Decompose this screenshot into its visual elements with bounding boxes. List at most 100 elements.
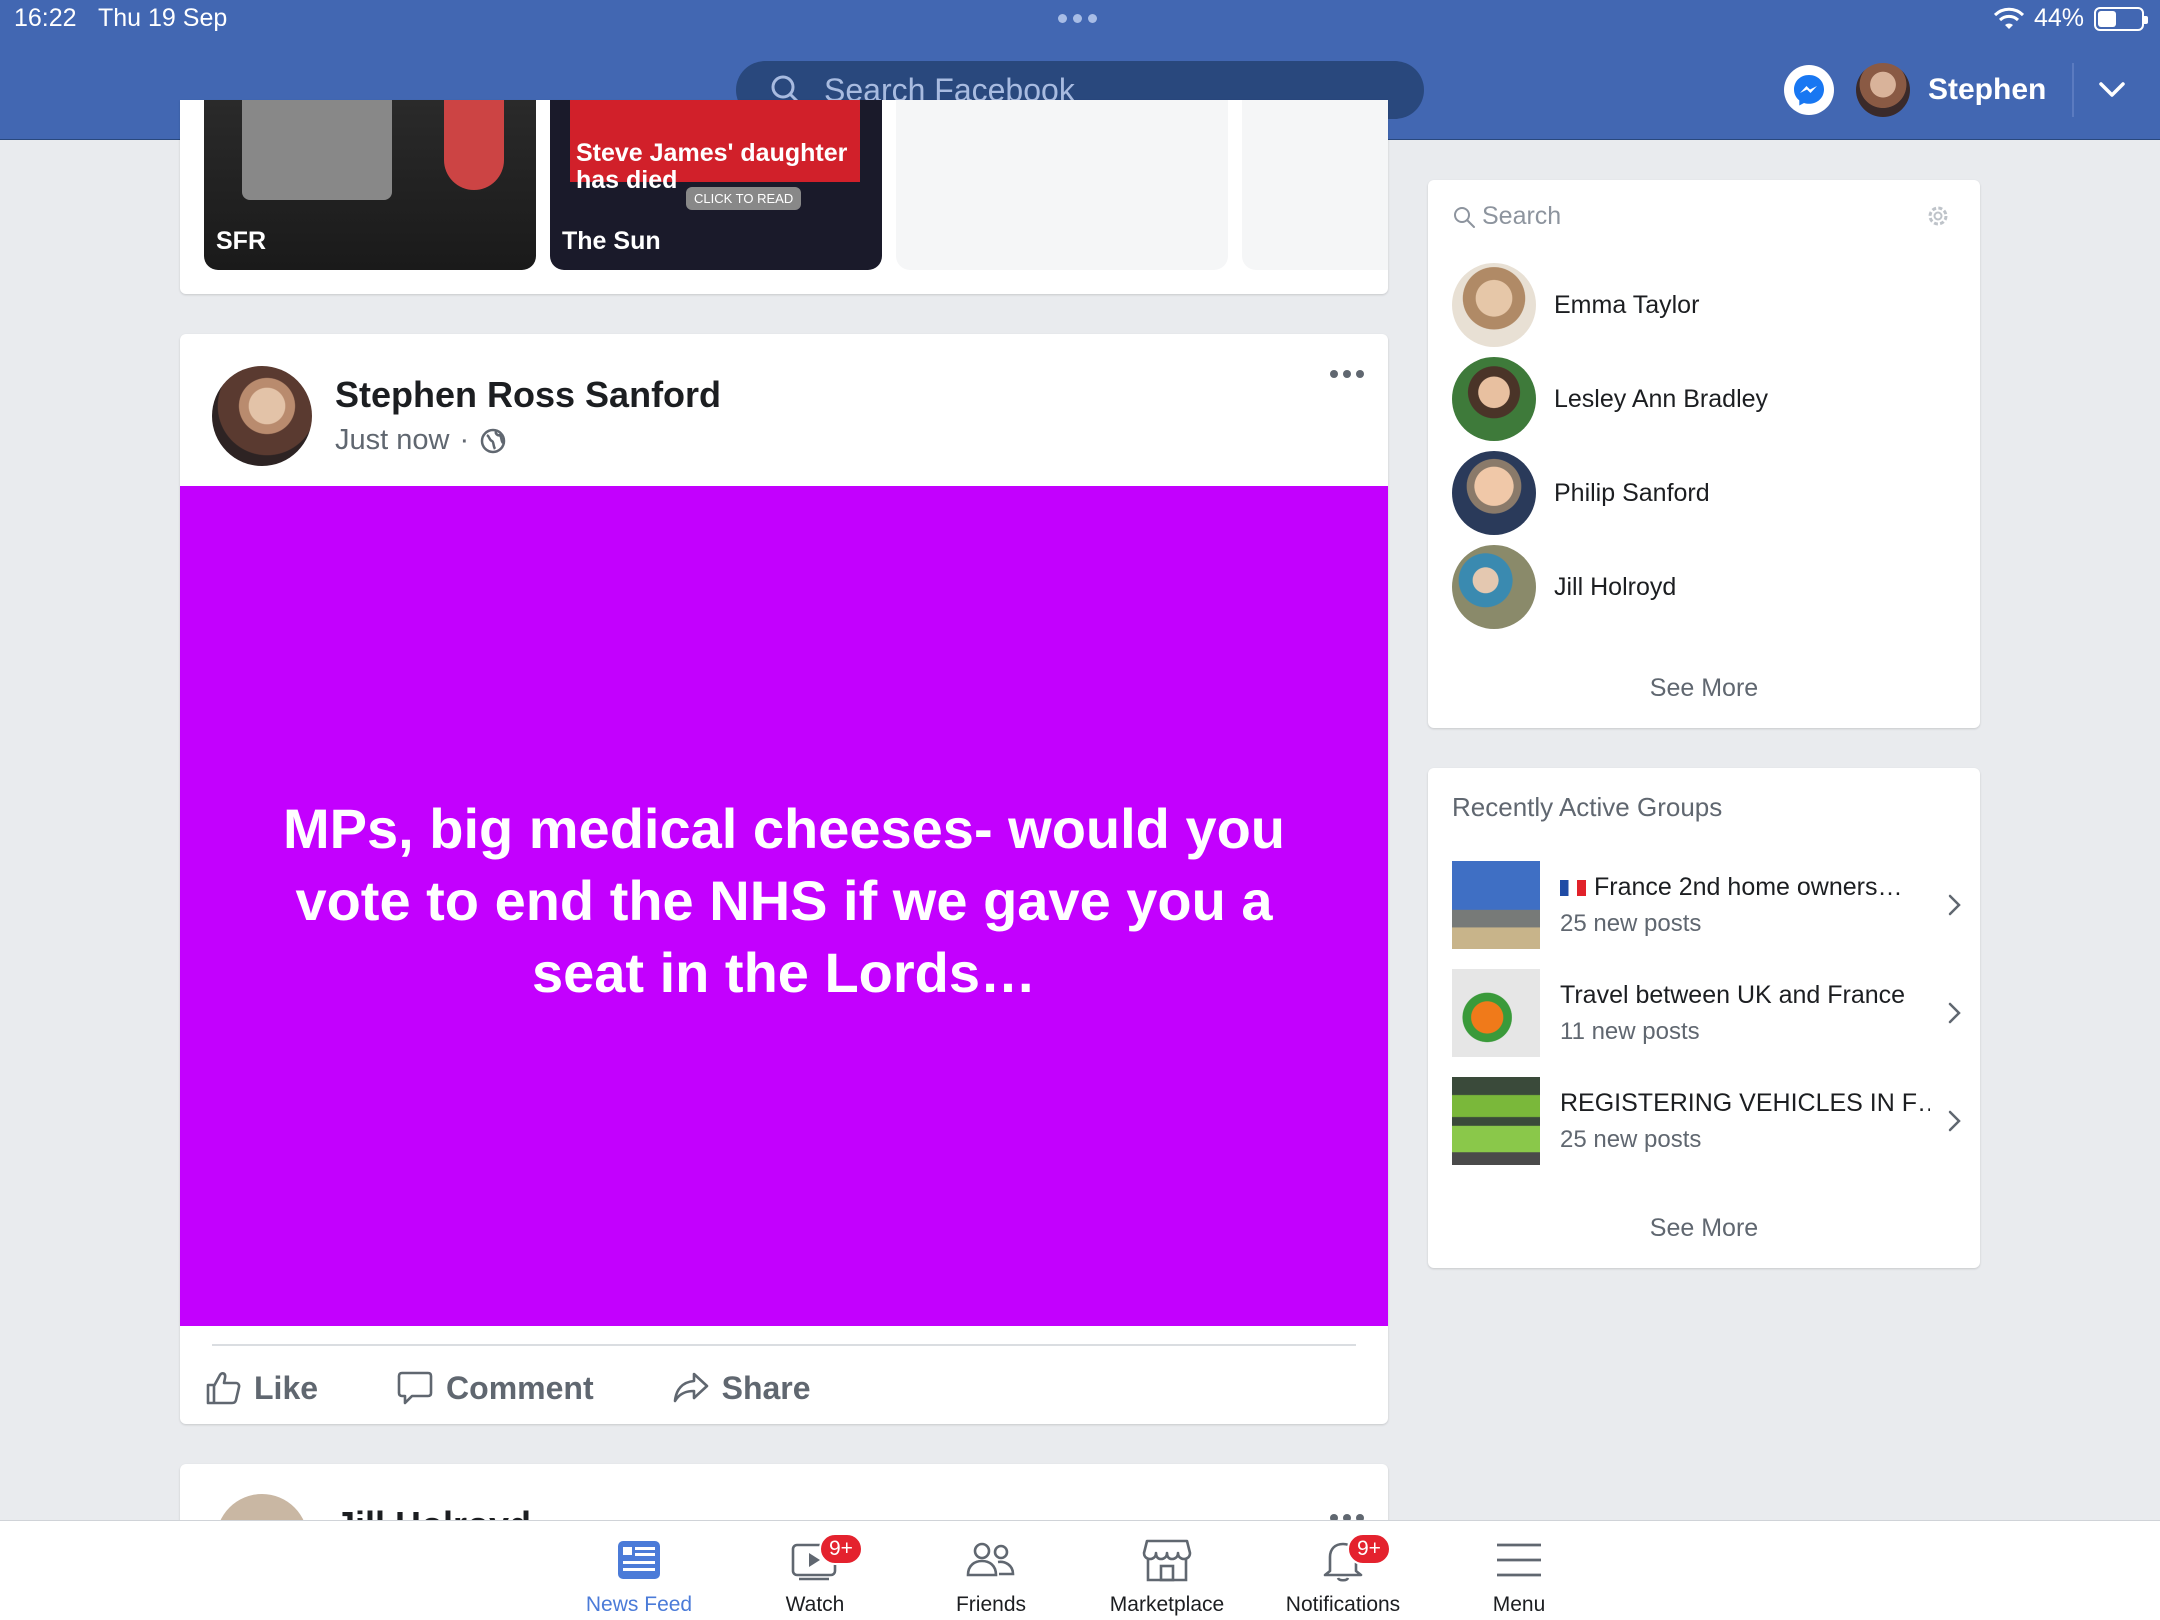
story-card-empty[interactable]	[1242, 100, 1388, 270]
group-post-count: 25 new posts	[1560, 909, 1702, 937]
contact-avatar	[1452, 451, 1536, 535]
group-text: Travel between UK and France 11 new post…	[1560, 981, 1930, 1046]
tab-marketplace[interactable]: Marketplace	[1082, 1521, 1252, 1620]
profile-area: Stephen	[1784, 60, 2126, 120]
group-item[interactable]: France 2nd home owners… 25 new posts	[1452, 860, 1962, 950]
group-name: REGISTERING VEHICLES IN F…	[1560, 1088, 1930, 1117]
chevron-down-icon[interactable]	[2098, 81, 2126, 99]
story-thumbnail-detail	[444, 100, 504, 190]
contact-name: Lesley Ann Bradley	[1554, 384, 1769, 413]
contact-item[interactable]: Lesley Ann Bradley	[1452, 356, 1768, 442]
share-icon	[673, 1372, 708, 1403]
group-item[interactable]: REGISTERING VEHICLES IN F… 25 new posts	[1452, 1076, 1962, 1166]
thumbs-up-icon	[206, 1372, 241, 1405]
groups-see-more-link[interactable]: See More	[1428, 1214, 1980, 1243]
contacts-search-placeholder: Search	[1482, 202, 1562, 230]
comment-button[interactable]: Comment	[396, 1369, 594, 1407]
meta-separator: ·	[459, 424, 470, 456]
comment-icon	[397, 1371, 433, 1405]
contact-avatar	[1452, 357, 1536, 441]
messenger-icon[interactable]	[1784, 65, 1834, 115]
post-divider	[212, 1344, 1356, 1346]
contact-name: Jill Holroyd	[1554, 572, 1677, 601]
profile-name[interactable]: Stephen	[1928, 73, 2046, 107]
group-name: France 2nd home owners…	[1560, 873, 1930, 902]
author-avatar[interactable]	[212, 366, 312, 466]
story-label: SFR	[216, 227, 266, 255]
contact-item[interactable]: Emma Taylor	[1452, 262, 1699, 348]
bottom-tab-bar: News Feed 9+ Watch Friends Marketplace 9…	[0, 1520, 2160, 1620]
share-label: Share	[721, 1369, 811, 1406]
group-item[interactable]: Travel between UK and France 11 new post…	[1452, 968, 1962, 1058]
notification-badge: 9+	[819, 1533, 863, 1565]
story-card-empty[interactable]	[896, 100, 1228, 270]
like-button[interactable]: Like	[204, 1369, 318, 1407]
chevron-right-icon	[1948, 894, 1961, 916]
post-options-icon[interactable]	[1330, 370, 1364, 378]
chevron-right-icon	[1948, 1110, 1961, 1132]
wifi-icon	[1993, 7, 2024, 29]
contact-name: Emma Taylor	[1554, 290, 1700, 319]
group-name: Travel between UK and France	[1560, 980, 1906, 1009]
bell-icon: 9+	[1317, 1533, 1391, 1589]
tab-label: Friends	[955, 1593, 1027, 1616]
notification-badge: 9+	[1347, 1533, 1391, 1565]
gear-icon[interactable]	[1924, 202, 1952, 230]
story-card[interactable]: Steve James' daughter has died CLICK TO …	[550, 100, 882, 270]
post-meta: Just now ·	[335, 424, 507, 457]
story-headline: Steve James' daughter has died	[576, 139, 848, 194]
post-background[interactable]: MPs, big medical cheeses- would you vote…	[180, 486, 1388, 1326]
tab-label: News Feed	[585, 1593, 693, 1616]
group-thumbnail	[1452, 969, 1540, 1057]
group-thumbnail	[1452, 861, 1540, 949]
feed-post: Stephen Ross Sanford Just now · MPs, big…	[180, 334, 1388, 1424]
contacts-panel: Search Emma Taylor Lesley Ann Bradley Ph…	[1428, 180, 1980, 728]
status-right: 44%	[1993, 4, 2148, 33]
group-post-count: 25 new posts	[1560, 1125, 1702, 1153]
contact-avatar	[1452, 545, 1536, 629]
chevron-right-icon	[1948, 1002, 1961, 1024]
tab-label: Watch	[785, 1593, 845, 1616]
watch-icon: 9+	[789, 1533, 863, 1589]
post-author[interactable]: Stephen Ross Sanford	[335, 374, 721, 416]
post-timestamp[interactable]: Just now	[335, 424, 449, 457]
profile-avatar[interactable]	[1856, 63, 1910, 117]
tab-label: Marketplace	[1109, 1593, 1225, 1616]
status-time: 16:22	[14, 4, 77, 32]
group-post-count: 11 new posts	[1560, 1017, 1700, 1045]
tab-watch[interactable]: 9+ Watch	[730, 1521, 900, 1620]
stories-tray: SFR Steve James' daughter has died CLICK…	[180, 100, 1388, 294]
post-actions: Like Comment Share	[204, 1358, 889, 1418]
contact-item[interactable]: Philip Sanford	[1452, 450, 1710, 536]
group-thumbnail	[1452, 1077, 1540, 1165]
tab-friends[interactable]: Friends	[906, 1521, 1076, 1620]
tab-notifications[interactable]: 9+ Notifications	[1258, 1521, 1428, 1620]
story-label: The Sun	[562, 227, 661, 255]
tab-news-feed[interactable]: News Feed	[554, 1521, 724, 1620]
search-icon	[1454, 206, 1475, 228]
header-divider	[2072, 63, 2075, 117]
story-card[interactable]: SFR	[204, 100, 536, 270]
contacts-see-more-link[interactable]: See More	[1428, 674, 1980, 703]
hamburger-menu-icon	[1493, 1537, 1545, 1589]
france-flag-icon	[1560, 879, 1586, 896]
like-label: Like	[254, 1369, 319, 1406]
news-feed-icon	[616, 1537, 662, 1589]
contact-item[interactable]: Jill Holroyd	[1452, 544, 1676, 630]
tab-menu[interactable]: Menu	[1434, 1521, 1604, 1620]
comment-label: Comment	[446, 1369, 594, 1406]
contact-name: Philip Sanford	[1554, 478, 1710, 507]
tab-label: Notifications	[1285, 1593, 1401, 1616]
contact-avatar	[1452, 263, 1536, 347]
share-button[interactable]: Share	[672, 1369, 811, 1407]
group-text: France 2nd home owners… 25 new posts	[1560, 873, 1930, 938]
multitasking-dots-icon[interactable]	[1058, 14, 1104, 26]
recent-groups-panel: Recently Active Groups France 2nd home o…	[1428, 768, 1980, 1268]
contacts-search-input[interactable]: Search	[1452, 202, 1561, 231]
tab-label: Menu	[1492, 1593, 1546, 1616]
story-cta: CLICK TO READ	[686, 187, 802, 210]
group-text: REGISTERING VEHICLES IN F… 25 new posts	[1560, 1089, 1930, 1154]
story-thumbnail	[242, 100, 392, 200]
battery-icon	[2094, 6, 2148, 31]
groups-title: Recently Active Groups	[1452, 792, 1723, 822]
